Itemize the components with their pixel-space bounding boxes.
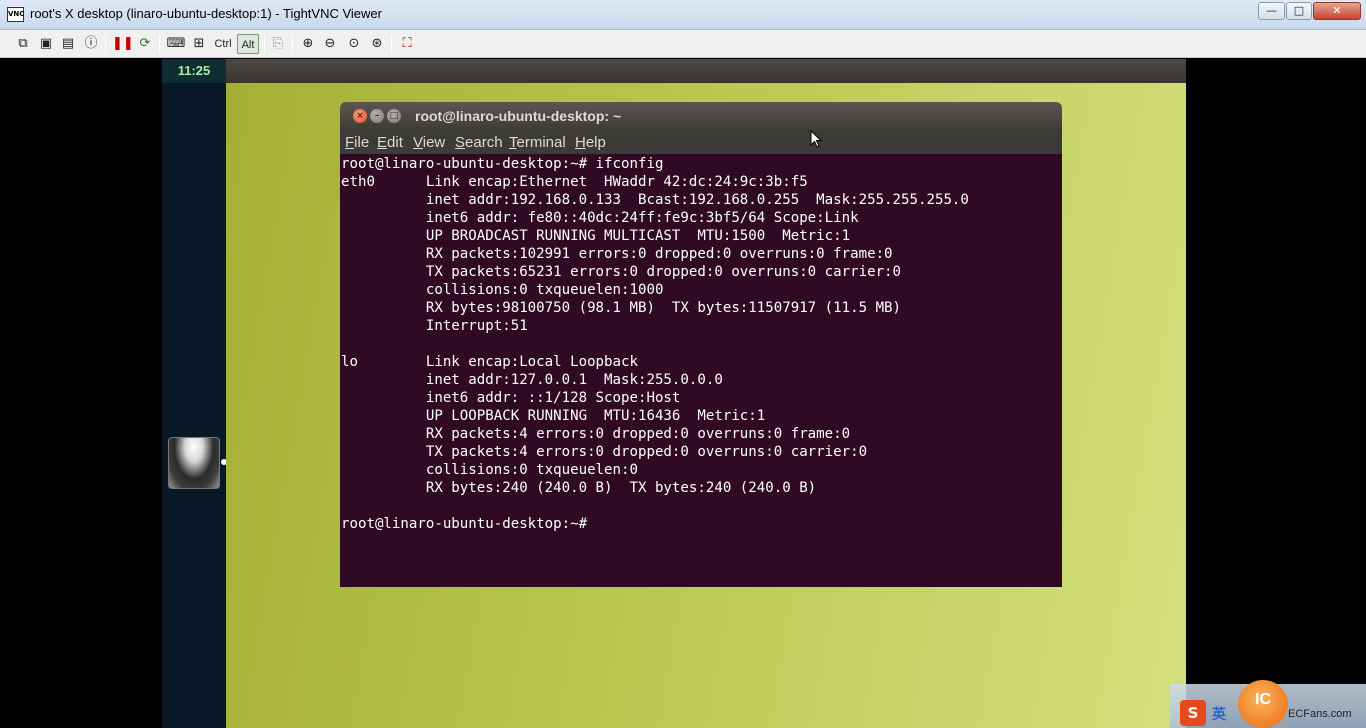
terminal-line: RX packets:102991 errors:0 dropped:0 ove…	[341, 246, 893, 262]
terminal-line: lo Link encap:Local Loopback	[341, 354, 638, 370]
terminal-line: eth0 Link encap:Ethernet HWaddr 42:dc:24…	[341, 174, 808, 190]
terminal-window: × – □ root@linaro-ubuntu-desktop: ~ File…	[340, 102, 1062, 587]
window-close-button[interactable]: ✕	[1313, 2, 1361, 20]
ime-icon[interactable]: S	[1180, 700, 1206, 726]
terminal-maximize-button[interactable]: □	[387, 109, 401, 123]
watermark-logo-icon: IC	[1238, 680, 1288, 728]
terminal-line: inet addr:127.0.0.1 Mask:255.0.0.0	[341, 372, 723, 388]
terminal-line: inet6 addr: fe80::40dc:24ff:fe9c:3bf5/64…	[341, 210, 859, 226]
menu-help[interactable]: Help	[575, 134, 606, 151]
full-screen-icon[interactable]: ⛶	[397, 34, 417, 54]
terminal-line: inet6 addr: ::1/128 Scope:Host	[341, 390, 681, 406]
terminal-line: inet addr:192.168.0.133 Bcast:192.168.0.…	[341, 192, 969, 208]
terminal-line: TX packets:4 errors:0 dropped:0 overruns…	[341, 444, 868, 460]
terminal-titlebar[interactable]: × – □ root@linaro-ubuntu-desktop: ~	[340, 102, 1062, 130]
transfer-files-icon[interactable]: ⎘	[268, 34, 288, 54]
terminal-line: collisions:0 txqueuelen:0	[341, 462, 638, 478]
terminal-minimize-button[interactable]: –	[370, 109, 384, 123]
terminal-title: root@linaro-ubuntu-desktop: ~	[415, 108, 622, 124]
terminal-line: Interrupt:51	[341, 318, 528, 334]
terminal-line: UP BROADCAST RUNNING MULTICAST MTU:1500 …	[341, 228, 851, 244]
vnc-toolbar: ⧉ ▣ ▤ ⓘ ❚❚ ⟳ ⌨ ⊞ Ctrl Alt ⎘ ⊕ ⊖ ⊙ ⊛ ⛶	[0, 30, 1366, 58]
terminal-line: RX bytes:240 (240.0 B) TX bytes:240 (240…	[341, 480, 817, 496]
zoom-in-icon[interactable]: ⊕	[298, 34, 318, 54]
save-icon[interactable]: ▣	[36, 34, 56, 54]
menu-view[interactable]: View	[413, 134, 445, 151]
mouse-cursor-icon	[810, 130, 822, 148]
connection-info-icon[interactable]: ⓘ	[81, 34, 101, 54]
menu-terminal[interactable]: Terminal	[509, 134, 566, 151]
terminal-prompt[interactable]: root@linaro-ubuntu-desktop:~#	[341, 515, 1062, 533]
window-title: root's X desktop (linaro-ubuntu-desktop:…	[30, 6, 382, 21]
ctrl-esc-icon[interactable]: ⊞	[189, 34, 209, 54]
window-maximize-button[interactable]: □	[1286, 2, 1312, 20]
options-icon[interactable]: ▤	[58, 34, 78, 54]
terminal-menubar: File Edit View Search Terminal Help	[340, 130, 1062, 154]
window-titlebar[interactable]: VNC root's X desktop (linaro-ubuntu-desk…	[0, 0, 1366, 30]
terminal-close-button[interactable]: ×	[353, 109, 367, 123]
zoom-100-icon[interactable]: ⊙	[344, 34, 364, 54]
input-language-indicator[interactable]: 英	[1212, 704, 1226, 724]
pause-icon[interactable]: ❚❚	[112, 34, 134, 54]
zoom-fit-icon[interactable]: ⊛	[367, 34, 387, 54]
terminal-line: RX packets:4 errors:0 dropped:0 overruns…	[341, 426, 851, 442]
watermark-site-text: ECFans.com	[1288, 708, 1352, 720]
menu-search[interactable]: Search	[455, 134, 503, 151]
alt-key-button[interactable]: Alt	[237, 34, 259, 54]
menu-edit[interactable]: Edit	[377, 134, 403, 151]
ubuntu-clock[interactable]: 11:25	[162, 59, 226, 83]
terminal-line: TX packets:65231 errors:0 dropped:0 over…	[341, 264, 902, 280]
window-minimize-button[interactable]: —	[1258, 2, 1285, 20]
refresh-icon[interactable]: ⟳	[135, 34, 155, 54]
ubuntu-top-panel	[162, 59, 1186, 83]
menu-file[interactable]: File	[345, 134, 369, 151]
launcher-terminal-icon[interactable]	[168, 437, 220, 489]
ctrl-key-button[interactable]: Ctrl	[211, 34, 235, 54]
terminal-line: collisions:0 txqueuelen:1000	[341, 282, 664, 298]
zoom-out-icon[interactable]: ⊖	[320, 34, 340, 54]
vnc-app-icon[interactable]: VNC	[7, 7, 24, 22]
terminal-line: root@linaro-ubuntu-desktop:~# ifconfig	[341, 156, 664, 172]
terminal-line: RX bytes:98100750 (98.1 MB) TX bytes:115…	[341, 300, 902, 316]
ubuntu-launcher	[162, 83, 226, 728]
new-connection-icon[interactable]: ⧉	[13, 34, 33, 54]
terminal-line: UP LOOPBACK RUNNING MTU:16436 Metric:1	[341, 408, 766, 424]
ctrl-alt-del-icon[interactable]: ⌨	[166, 34, 186, 54]
terminal-output[interactable]: root@linaro-ubuntu-desktop:~# ifconfig e…	[340, 154, 1062, 587]
